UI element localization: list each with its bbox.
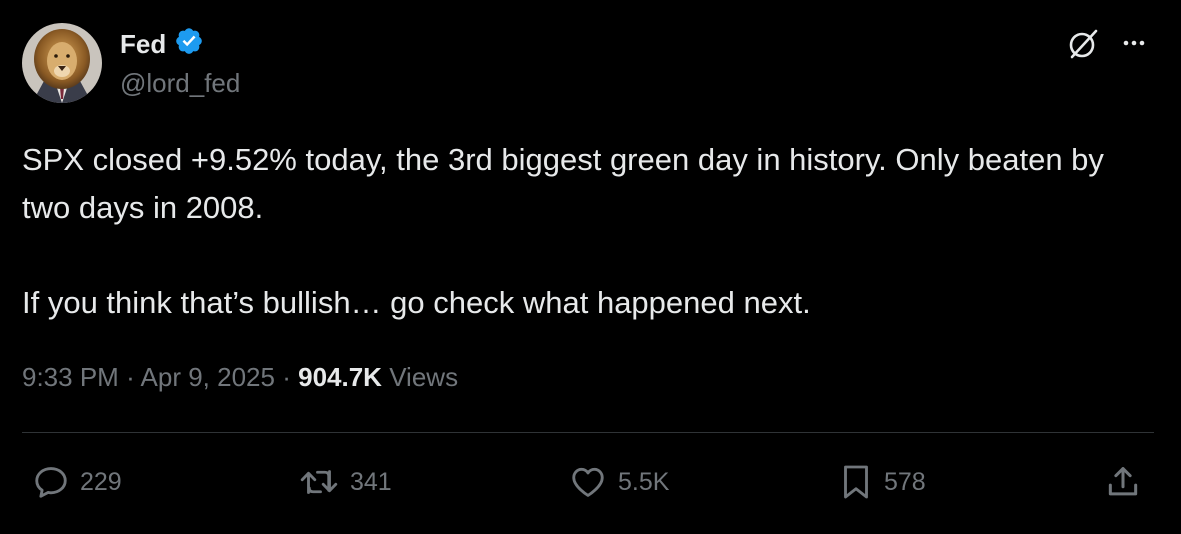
avatar[interactable] — [22, 23, 102, 103]
grok-icon[interactable] — [1066, 27, 1100, 61]
post-date[interactable]: Apr 9, 2025 — [141, 362, 275, 392]
reply-icon — [32, 463, 70, 501]
views-label[interactable]: Views — [389, 362, 458, 392]
author-name-row[interactable]: Fed — [120, 26, 204, 63]
like-button[interactable]: 5.5K — [568, 462, 669, 502]
post-text: SPX closed +9.52% today, the 3rd biggest… — [22, 136, 1152, 327]
repost-count: 341 — [350, 467, 392, 496]
bookmark-button[interactable]: 578 — [838, 462, 926, 502]
post-paragraph: SPX closed +9.52% today, the 3rd biggest… — [22, 142, 1104, 225]
separator: · — [126, 362, 135, 392]
post-meta: 9:33 PM · Apr 9, 2025 · 904.7K Views — [22, 362, 458, 393]
author-name[interactable]: Fed — [120, 29, 166, 60]
repost-icon — [298, 463, 340, 501]
heart-icon — [568, 463, 608, 501]
verified-badge-icon[interactable] — [174, 26, 204, 63]
views-count[interactable]: 904.7K — [298, 362, 382, 392]
more-icon[interactable] — [1117, 30, 1151, 56]
repost-button[interactable]: 341 — [298, 462, 392, 502]
post-paragraph: If you think that’s bullish… go check wh… — [22, 285, 811, 320]
post-time[interactable]: 9:33 PM — [22, 362, 119, 392]
bookmark-count: 578 — [884, 467, 926, 496]
divider — [22, 432, 1154, 433]
author-handle[interactable]: @lord_fed — [120, 68, 240, 99]
share-icon — [1104, 463, 1142, 501]
reply-count: 229 — [80, 467, 122, 496]
reply-button[interactable]: 229 — [32, 462, 122, 502]
bookmark-icon — [838, 462, 874, 502]
separator: · — [282, 362, 291, 392]
like-count: 5.5K — [618, 467, 670, 496]
share-button[interactable] — [1104, 462, 1142, 502]
